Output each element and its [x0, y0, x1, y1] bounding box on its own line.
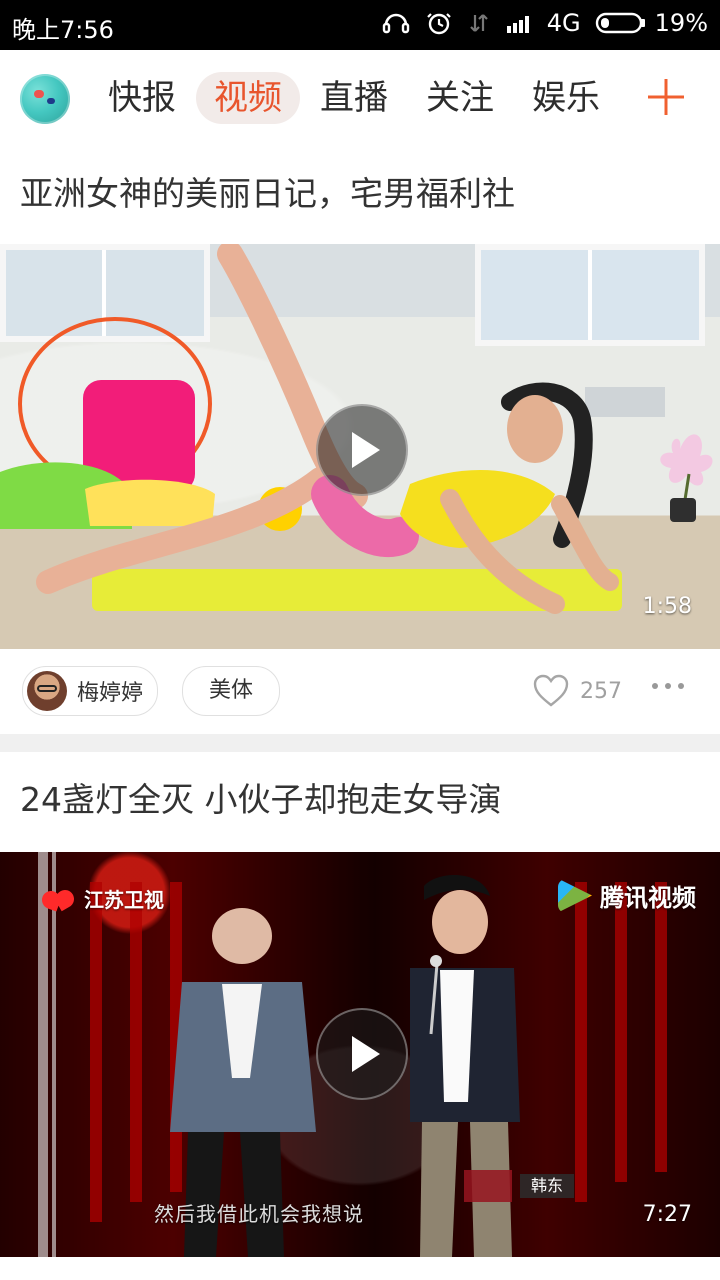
battery-status: 19% [595, 9, 708, 37]
feed-divider [0, 734, 720, 752]
tencent-video-icon [558, 879, 592, 913]
channel-mark-icon [40, 889, 76, 909]
heart-icon [533, 674, 569, 707]
channel-logo: 江苏卫视 [40, 884, 164, 913]
video-meta-row-1: 梅婷婷 美体 257 [0, 652, 720, 734]
video-duration-1: 1:58 [642, 594, 692, 619]
tab-live[interactable]: 直播 [320, 72, 388, 124]
video-thumbnail-1[interactable]: 1:58 [0, 244, 720, 649]
like-button-1[interactable]: 257 [532, 674, 622, 708]
author-chip-1[interactable]: 梅婷婷 [22, 666, 159, 716]
brand-name: 腾讯视频 [600, 884, 696, 912]
signal-icon [506, 16, 529, 33]
headphones-icon [382, 13, 409, 34]
status-icons: 4G 19% [381, 9, 708, 37]
status-time: 晚上7:56 [12, 16, 114, 44]
alarm-icon [427, 13, 451, 35]
speaker-name: 韩东 [520, 1174, 574, 1198]
tab-entertainment[interactable]: 娱乐 [532, 72, 600, 124]
top-navigation: 快报 视频 直播 关注 娱乐 [0, 50, 720, 148]
speaker-name-tag: 韩东 [464, 1170, 584, 1202]
like-count-1: 257 [580, 678, 622, 704]
play-button-1[interactable] [316, 404, 408, 496]
more-options-icon[interactable] [652, 680, 686, 692]
video-title-1[interactable]: 亚洲女神的美丽日记，宅男福利社 [20, 174, 515, 214]
network-label: 4G [546, 9, 581, 37]
battery-icon [595, 12, 645, 34]
channel-name: 江苏卫视 [84, 888, 164, 912]
subtitle-caption: 然后我借此机会我想说 [154, 1202, 364, 1226]
add-channel-button[interactable] [642, 73, 690, 121]
tab-follow[interactable]: 关注 [426, 72, 494, 124]
video-thumbnail-2[interactable]: 江苏卫视 腾讯视频 然后我借此机会我想说 韩东 7:27 [0, 852, 720, 1257]
play-button-2[interactable] [316, 1008, 408, 1100]
tab-video[interactable]: 视频 [196, 72, 300, 124]
author-avatar-1[interactable] [27, 671, 67, 711]
category-tag-1[interactable]: 美体 [182, 666, 281, 716]
status-bar: 晚上7:56 4G 19% [0, 0, 720, 50]
video-card-2[interactable]: 24盏灯全灭 小伙子却抱走女导演 江苏卫视 腾讯视频 然后我借此机会我想说 韩东… [0, 752, 720, 1280]
profile-avatar[interactable] [20, 74, 70, 124]
tencent-video-logo: 腾讯视频 [558, 878, 696, 913]
author-name-1[interactable]: 梅婷婷 [77, 675, 143, 707]
video-card-1[interactable]: 亚洲女神的美丽日记，宅男福利社 1:58 [0, 146, 720, 652]
video-duration-2: 7:27 [642, 1202, 692, 1227]
data-transfer-icon [470, 14, 488, 32]
tab-kuaibao[interactable]: 快报 [108, 72, 176, 124]
video-title-2[interactable]: 24盏灯全灭 小伙子却抱走女导演 [20, 780, 501, 820]
battery-level: 19% [654, 9, 708, 37]
